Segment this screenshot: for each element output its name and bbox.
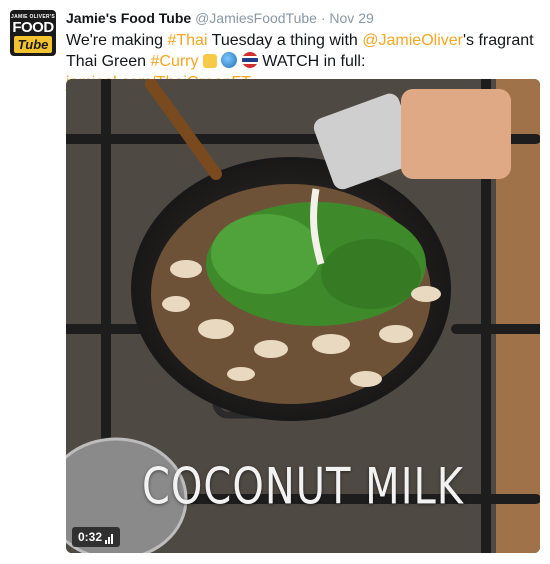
author-name[interactable]: Jamie's Food Tube: [66, 10, 191, 26]
raised-hands-emoji-icon: [202, 54, 217, 68]
avatar-line2: FOOD: [12, 19, 54, 36]
tweet-text-part: Tuesday a thing with: [207, 32, 363, 49]
mention-jamie[interactable]: @JamieOliver: [362, 32, 463, 49]
separator: ·: [320, 10, 326, 26]
video-duration: 0:32: [78, 530, 103, 544]
thai-flag-emoji-icon: [241, 52, 258, 68]
author-handle[interactable]: @JamiesFoodTube: [195, 10, 317, 26]
hashtag-curry[interactable]: #Curry: [150, 53, 198, 70]
globe-emoji-icon: [221, 52, 238, 68]
avatar-line3: Tube: [14, 36, 52, 53]
tweet-header: Jamie's Food Tube @JamiesFoodTube · Nov …: [66, 10, 374, 26]
video-caption: COCONUT MILK: [142, 458, 464, 516]
signal-bars-icon: [105, 530, 114, 544]
avatar[interactable]: JAMIE OLIVER'S FOOD Tube: [10, 10, 56, 56]
hashtag-thai[interactable]: #Thai: [167, 32, 207, 49]
tweet-text-part: We're making: [66, 32, 168, 49]
tweet-date[interactable]: Nov 29: [329, 10, 373, 26]
video-player[interactable]: COCONUT MILK 0:32: [66, 79, 540, 553]
video-duration-badge: 0:32: [72, 527, 121, 547]
tweet: JAMIE OLIVER'S FOOD Tube Jamie's Food Tu…: [0, 0, 550, 564]
tweet-text-part: WATCH in full:: [257, 53, 366, 70]
